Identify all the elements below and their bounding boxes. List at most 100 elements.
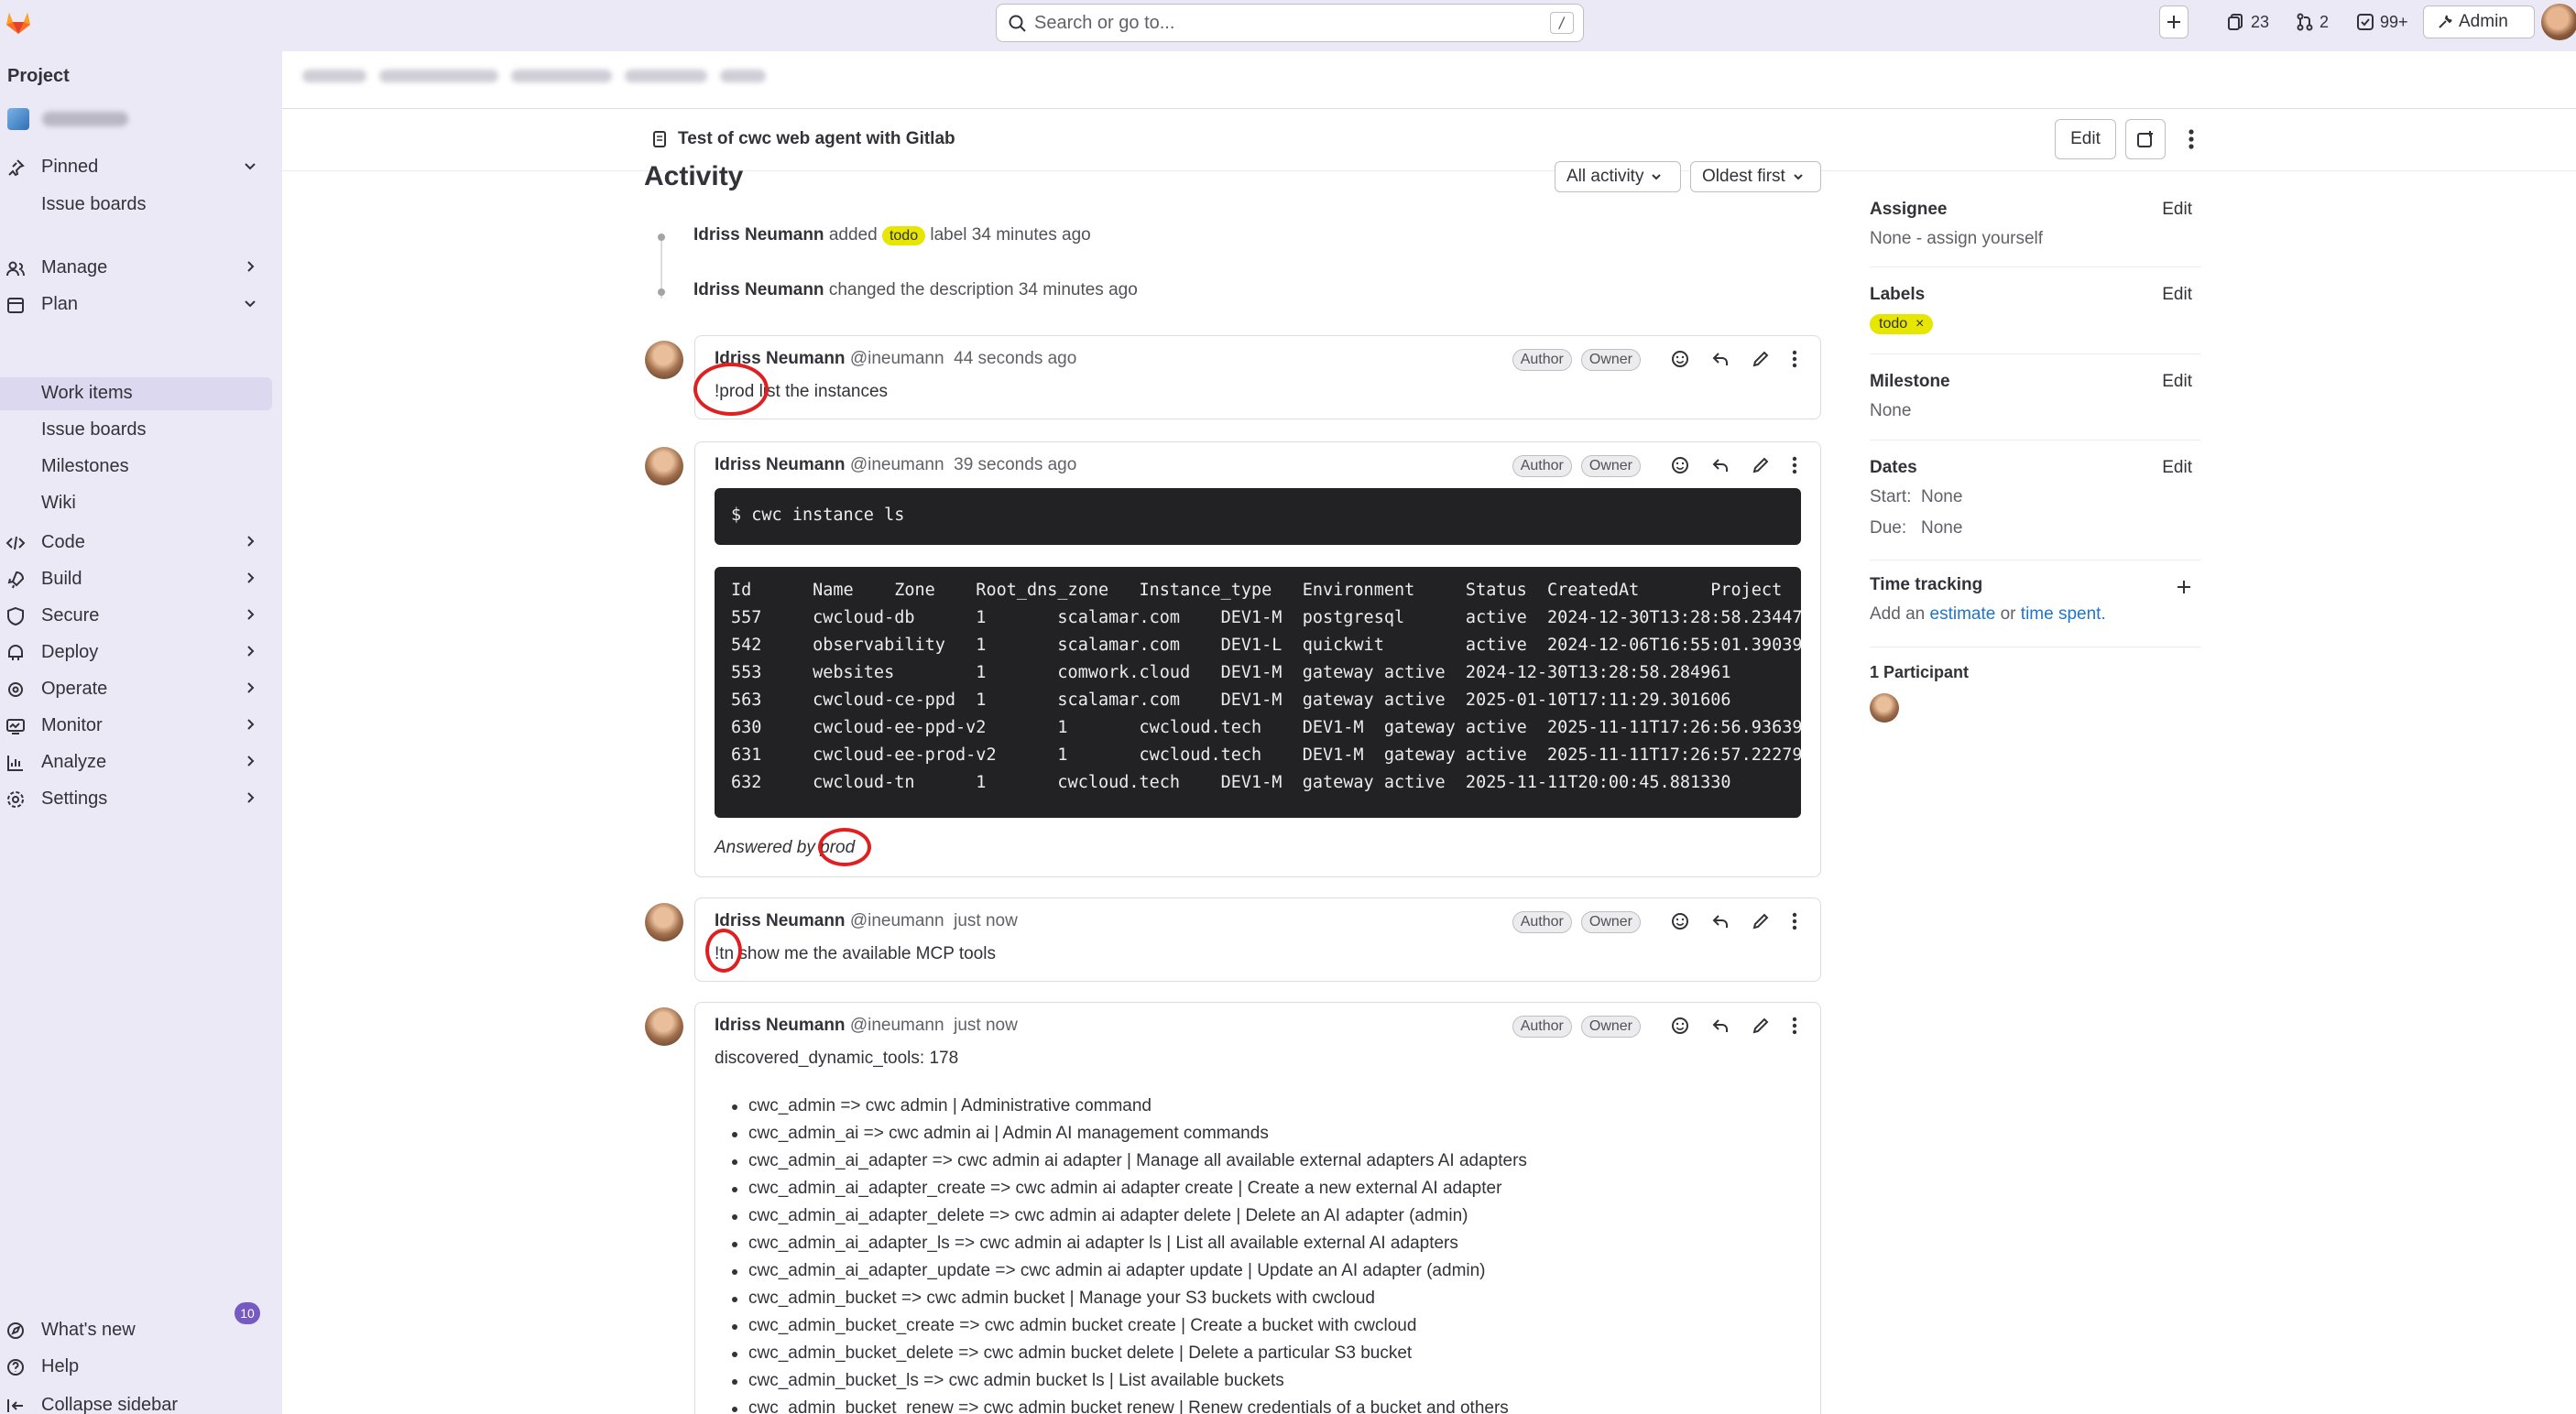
sidebar-item-pinned[interactable]: Pinned [0, 150, 273, 183]
labels-edit-button[interactable]: Edit [2162, 285, 2192, 305]
edit-title-button[interactable]: Edit [2055, 119, 2116, 159]
sidebar-item-work-items[interactable]: Work items [41, 383, 133, 404]
sidebar-item-settings[interactable]: Settings [0, 782, 273, 815]
system-note-author[interactable]: Idriss Neumann [693, 280, 824, 299]
sidebar-item-label: What's new [41, 1319, 136, 1340]
sidebar-item-pinned-issue-boards[interactable]: Issue boards [41, 194, 147, 215]
sidebar-item-whats-new[interactable]: What's new [0, 1313, 273, 1346]
avatar[interactable] [645, 1007, 683, 1046]
milestone-edit-button[interactable]: Edit [2162, 372, 2192, 392]
issues-count: 23 [2251, 12, 2270, 31]
comment-time[interactable]: just now [954, 1016, 1018, 1035]
comment-author[interactable]: Idriss Neumann [715, 455, 846, 474]
author-badge: Author [1512, 1016, 1572, 1038]
activity-filter-dropdown[interactable]: All activity [1555, 161, 1681, 192]
dates-section: Dates Edit Start: None Due: None [1870, 458, 2201, 538]
reply-icon[interactable] [1710, 455, 1730, 475]
avatar[interactable] [645, 903, 683, 941]
edit-pencil-icon[interactable] [1751, 911, 1771, 931]
avatar[interactable] [645, 447, 683, 485]
emoji-reaction-icon[interactable] [1670, 911, 1690, 931]
sidebar-item-build[interactable]: Build [0, 562, 273, 595]
activity-sort-dropdown[interactable]: Oldest first [1690, 161, 1821, 192]
comment-handle[interactable]: @ineumann [850, 349, 944, 368]
time-tracking-section: Time tracking Add an estimate or time sp… [1870, 575, 2201, 625]
owner-badge: Owner [1580, 1016, 1641, 1038]
comment-time[interactable]: 44 seconds ago [954, 349, 1076, 368]
project-switcher[interactable] [7, 108, 128, 130]
edit-pencil-icon[interactable] [1751, 455, 1771, 475]
sidebar-item-secure[interactable]: Secure [0, 599, 273, 632]
reply-icon[interactable] [1710, 349, 1730, 369]
comment-author[interactable]: Idriss Neumann [715, 1016, 846, 1035]
breadcrumb-item[interactable] [302, 70, 366, 82]
avatar[interactable] [645, 341, 683, 379]
author-badge: Author [1512, 455, 1572, 477]
plus-icon[interactable] [2176, 579, 2192, 595]
emoji-reaction-icon[interactable] [1670, 349, 1690, 369]
estimate-link[interactable]: estimate [1930, 604, 1996, 624]
sidebar-item-manage[interactable]: Manage [0, 251, 273, 284]
search-input[interactable]: Search or go to... / [996, 4, 1584, 42]
emoji-reaction-icon[interactable] [1670, 1016, 1690, 1036]
more-actions-button[interactable] [2185, 126, 2198, 158]
sidebar-item-issue-boards[interactable]: Issue boards [41, 419, 147, 441]
assignee-edit-button[interactable]: Edit [2162, 200, 2192, 220]
comment-time[interactable]: 39 seconds ago [954, 455, 1076, 474]
time-spent-link[interactable]: time spent. [2021, 604, 2106, 624]
vertical-ellipsis-icon[interactable] [1791, 349, 1798, 369]
new-related-item-button[interactable] [2125, 119, 2166, 159]
gitlab-logo-icon[interactable] [4, 7, 33, 37]
sidebar-item-plan[interactable]: Plan [0, 288, 273, 321]
reply-icon[interactable] [1710, 911, 1730, 931]
comment-handle[interactable]: @ineumann [850, 1016, 944, 1035]
comment-actions [1670, 455, 1798, 475]
vertical-ellipsis-icon[interactable] [1791, 455, 1798, 475]
remove-label-icon[interactable]: × [1912, 316, 1924, 332]
comment-time[interactable]: just now [954, 911, 1018, 930]
sidebar-item-analyze[interactable]: Analyze [0, 745, 273, 778]
assignee-value[interactable]: None - assign yourself [1870, 229, 2201, 249]
emoji-reaction-icon[interactable] [1670, 455, 1690, 475]
comment-handle[interactable]: @ineumann [850, 455, 944, 474]
merge-requests-button[interactable]: 2 [2296, 5, 2329, 38]
breadcrumb-item[interactable] [511, 70, 612, 82]
chevron-down-icon [1652, 174, 1662, 180]
chevron-right-icon [247, 261, 255, 272]
plus-icon [2167, 16, 2180, 28]
sidebar-item-wiki[interactable]: Wiki [41, 493, 76, 514]
todo-label-chip[interactable]: todo × [1870, 314, 1934, 334]
todo-label-badge[interactable]: todo [881, 226, 926, 245]
dates-edit-button[interactable]: Edit [2162, 458, 2192, 478]
create-new-button[interactable] [2159, 5, 2189, 38]
comment-author[interactable]: Idriss Neumann [715, 911, 846, 930]
comment-handle[interactable]: @ineumann [850, 911, 944, 930]
sidebar-item-help[interactable]: Help [0, 1350, 273, 1383]
sidebar-item-deploy[interactable]: Deploy [0, 636, 273, 669]
red-annotation-circle [693, 363, 769, 416]
sidebar-item-milestones[interactable]: Milestones [41, 456, 129, 477]
reply-icon[interactable] [1710, 1016, 1730, 1036]
due-date: Due: None [1870, 518, 2201, 538]
sidebar-item-label: Build [41, 568, 82, 589]
issues-count-button[interactable]: 23 [2227, 5, 2269, 38]
vertical-ellipsis-icon[interactable] [1791, 1016, 1798, 1036]
todos-button[interactable]: 99+ [2356, 5, 2408, 38]
sidebar-item-monitor[interactable]: Monitor [0, 709, 273, 742]
monitor-icon [6, 719, 25, 734]
breadcrumb-item[interactable] [625, 70, 707, 82]
collapse-sidebar-button[interactable]: Collapse sidebar [0, 1388, 273, 1414]
edit-pencil-icon[interactable] [1751, 1016, 1771, 1036]
vertical-ellipsis-icon[interactable] [1791, 911, 1798, 931]
admin-button[interactable]: Admin [2423, 5, 2535, 38]
system-note-author[interactable]: Idriss Neumann [693, 225, 824, 245]
user-avatar[interactable] [2541, 4, 2576, 40]
instances-output-block: Id Name Zone Root_dns_zone Instance_type… [715, 567, 1801, 818]
sidebar-item-operate[interactable]: Operate [0, 672, 273, 705]
edit-pencil-icon[interactable] [1751, 349, 1771, 369]
breadcrumb-item[interactable] [720, 70, 766, 82]
sidebar-item-code[interactable]: Code [0, 526, 273, 559]
breadcrumb-item[interactable] [379, 70, 498, 82]
sidebar-item-label: Secure [41, 604, 100, 625]
participant-avatar[interactable] [1870, 693, 1899, 723]
